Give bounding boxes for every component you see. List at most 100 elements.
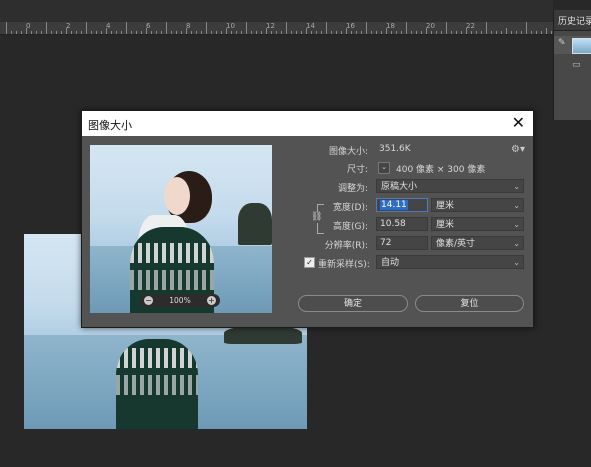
resample-label: 重新采样(S):	[318, 260, 370, 270]
ruler-tick	[431, 31, 432, 34]
gear-icon[interactable]: ⚙▾	[511, 144, 525, 155]
ruler-tick	[221, 31, 222, 34]
chevron-down-icon: ⌄	[513, 182, 520, 191]
resample-checkbox[interactable]: ✓	[304, 257, 315, 268]
dimensions-value: 400 像素 × 300 像素	[396, 165, 486, 175]
resolution-input[interactable]: 72	[376, 236, 428, 250]
ruler-tick	[76, 31, 77, 34]
width-label: 宽度(D):	[333, 203, 368, 213]
ruler-tick	[111, 31, 112, 34]
ruler-label: 20	[426, 22, 435, 30]
ruler-tick	[361, 31, 362, 34]
ruler-tick	[91, 31, 92, 34]
ruler-tick	[356, 31, 357, 34]
ruler-tick	[426, 28, 427, 34]
ruler-tick	[121, 31, 122, 34]
ruler-tick	[271, 31, 272, 34]
ruler-tick	[521, 31, 522, 34]
ruler-tick	[376, 31, 377, 34]
ruler-tick	[166, 22, 167, 34]
width-input[interactable]: 14.11	[376, 198, 428, 212]
ruler-label: 14	[306, 22, 315, 30]
ruler-tick	[346, 28, 347, 34]
resample-method-select[interactable]: 自动 ⌄	[376, 255, 524, 269]
history-state-row[interactable]: ▭	[554, 58, 591, 76]
ruler-label: 16	[346, 22, 355, 30]
ruler-tick	[551, 31, 552, 34]
ruler-label: 18	[386, 22, 395, 30]
ruler-tick	[56, 31, 57, 34]
chevron-down-icon: ⌄	[513, 220, 520, 229]
dimensions-label: 尺寸:	[346, 165, 368, 175]
ruler-tick	[96, 31, 97, 34]
close-icon[interactable]: ✕	[512, 113, 525, 132]
ruler-tick	[81, 31, 82, 34]
ruler-tick	[226, 28, 227, 34]
dialog-title: 图像大小	[88, 119, 132, 132]
ruler-tick	[141, 31, 142, 34]
dimensions-unit-dropdown-icon[interactable]: ⌄	[378, 162, 390, 174]
ruler-tick	[486, 22, 487, 34]
ruler-tick	[241, 31, 242, 34]
ruler-tick	[71, 31, 72, 34]
ruler-tick	[516, 31, 517, 34]
image-size-label: 图像大小:	[328, 147, 368, 157]
history-tab[interactable]: 历史记录	[558, 14, 591, 27]
ruler-tick	[176, 31, 177, 34]
ruler-tick	[421, 31, 422, 34]
ruler-tick	[206, 22, 207, 34]
ruler-tick	[86, 22, 87, 34]
ruler-tick	[436, 31, 437, 34]
ruler-tick	[211, 31, 212, 34]
ruler-tick	[16, 31, 17, 34]
zoom-in-icon[interactable]: +	[207, 296, 216, 305]
ruler-tick	[341, 31, 342, 34]
ruler-tick	[61, 31, 62, 34]
image-size-dialog: 图像大小 ✕ − 100% + ⚙▾ 图像大小: 351.6K 尺寸: ⌄ 40…	[81, 110, 534, 328]
ruler-tick	[526, 22, 527, 34]
reset-button[interactable]: 复位	[415, 295, 524, 312]
fit-to-select[interactable]: 原稿大小 ⌄	[376, 179, 524, 193]
width-unit-select[interactable]: 厘米 ⌄	[431, 198, 524, 212]
ruler-tick	[466, 28, 467, 34]
height-unit-select[interactable]: 厘米 ⌄	[431, 217, 524, 231]
ruler-tick	[41, 31, 42, 34]
height-label: 高度(G):	[332, 222, 368, 232]
ruler-label: 12	[266, 22, 275, 30]
ruler-tick	[236, 31, 237, 34]
ruler-tick	[46, 22, 47, 34]
history-snapshot-row[interactable]: ✎	[554, 36, 591, 54]
ruler-tick	[201, 31, 202, 34]
ruler-tick	[326, 22, 327, 34]
history-panel: 历史记录 ✎ ▭	[553, 10, 591, 120]
ruler-tick	[36, 31, 37, 34]
ruler-tick	[181, 31, 182, 34]
ruler-tick	[536, 31, 537, 34]
ruler-tick	[331, 31, 332, 34]
ruler-tick	[511, 31, 512, 34]
ruler-tick	[51, 31, 52, 34]
ruler-tick	[291, 31, 292, 34]
ruler-tick	[266, 28, 267, 34]
ruler-tick	[126, 22, 127, 34]
ruler-tick	[446, 22, 447, 34]
ruler-tick	[336, 31, 337, 34]
ruler-tick	[171, 31, 172, 34]
resolution-unit-select[interactable]: 像素/英寸 ⌄	[431, 236, 524, 250]
ruler-tick	[11, 31, 12, 34]
ok-button[interactable]: 确定	[298, 295, 408, 312]
ruler-tick	[491, 31, 492, 34]
ruler-tick	[461, 31, 462, 34]
ruler-tick	[416, 31, 417, 34]
document-icon: ▭	[572, 60, 581, 70]
image-preview[interactable]: − 100% +	[90, 145, 272, 313]
ruler-tick	[216, 31, 217, 34]
ruler-tick	[366, 22, 367, 34]
height-input[interactable]: 10.58	[376, 217, 428, 231]
ruler-tick	[296, 31, 297, 34]
chevron-down-icon: ⌄	[513, 258, 520, 267]
ruler-tick	[146, 28, 147, 34]
ruler-label: 10	[226, 22, 235, 30]
ruler-tick	[411, 31, 412, 34]
ruler-tick	[136, 31, 137, 34]
